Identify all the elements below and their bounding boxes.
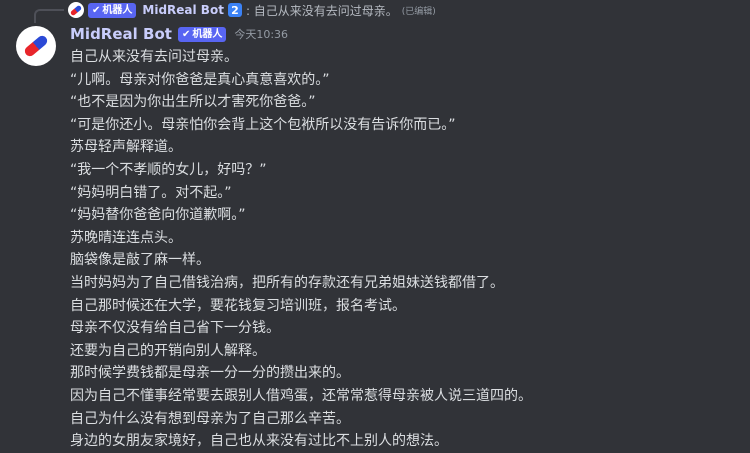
reply-username[interactable]: MidReal Bot bbox=[142, 3, 224, 17]
message-line: 因为自己不懂事经常要去跟别人借鸡蛋，还常常惹得母亲被人说三道四的。 bbox=[70, 387, 532, 404]
message-line: 自己为什么没有想到母亲为了自己那么辛苦。 bbox=[70, 410, 350, 427]
reply-connector-line bbox=[34, 9, 64, 23]
message-line: 自己那时候还在大学，要花钱复习培训班，报名考试。 bbox=[70, 297, 406, 314]
reply-avatar-icon[interactable] bbox=[68, 2, 84, 18]
bot-tag: ✔ 机器人 bbox=[177, 26, 227, 42]
reply-bot-tag-label: 机器人 bbox=[102, 4, 133, 16]
message-line: “妈妈替你爸爸向你道歉啊。” bbox=[70, 207, 246, 224]
username[interactable]: MidReal Bot bbox=[70, 25, 172, 43]
message-line: 母亲不仅没有给自己省下一分钱。 bbox=[70, 320, 280, 337]
message-line: “妈妈明白错了。对不起。” bbox=[70, 184, 232, 201]
reply-bot-tag: ✔ 机器人 bbox=[88, 2, 137, 18]
check-icon: ✔ bbox=[92, 4, 101, 16]
reply-edited-label: (已编辑) bbox=[401, 6, 436, 17]
message-line: “也不是因为你出生所以才害死你爸爸。” bbox=[70, 94, 316, 111]
keycap-icon: 2 bbox=[227, 3, 242, 17]
message-line: “可是你还小。母亲怕你会背上这个包袱所以没有告诉你而已。” bbox=[70, 116, 456, 133]
message-line: 当时妈妈为了自己借钱治病，把所有的存款还有兄弟姐妹送钱都借了。 bbox=[70, 274, 504, 291]
message-line: 那时候学费钱都是母亲一分一分的攒出来的。 bbox=[70, 365, 350, 382]
message-line: 还要为自己的开销向别人解释。 bbox=[70, 342, 266, 359]
message-line: 自己从来没有去问过母亲。 bbox=[70, 49, 238, 65]
message-header: MidReal Bot ✔ 机器人 今天10:36 bbox=[70, 24, 288, 44]
message-line: 苏晚晴连连点头。 bbox=[70, 229, 182, 246]
reply-preview[interactable]: ✔ 机器人 MidReal Bot 2 : 自己从来没有去问过母亲。 (已编辑) bbox=[68, 2, 436, 18]
message-line: 脑袋像是敲了麻一样。 bbox=[70, 252, 210, 269]
timestamp[interactable]: 今天10:36 bbox=[234, 26, 288, 42]
check-icon: ✔ bbox=[181, 28, 191, 40]
reply-text[interactable]: : 自己从来没有去问过母亲。 bbox=[246, 2, 398, 19]
pill-icon bbox=[22, 33, 50, 59]
message-line: “儿啊。母亲对你爸爸是真心真意喜欢的。” bbox=[70, 71, 330, 88]
bot-tag-label: 机器人 bbox=[192, 28, 223, 40]
message-line: 身边的女朋友家境好，自己也从来没有过比不上别人的想法。 bbox=[70, 433, 448, 450]
avatar[interactable] bbox=[16, 26, 56, 66]
message-content: 自己从来没有去问过母亲。 “儿啊。母亲对你爸爸是真心真意喜欢的。” “也不是因为… bbox=[70, 46, 740, 453]
message-line: 苏母轻声解释道。 bbox=[70, 139, 182, 156]
message-line: “我一个不孝顺的女儿，好吗？” bbox=[70, 161, 267, 178]
